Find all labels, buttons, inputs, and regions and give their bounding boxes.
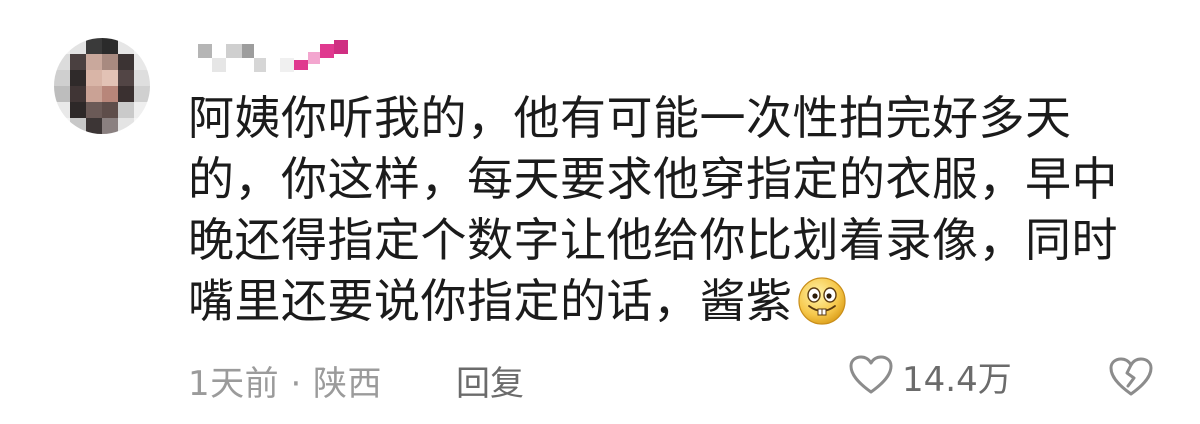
comment-text: 阿姨你听我的，他有可能一次性拍完好多天 的，你这样，每天要求他穿指定的衣服，早中… — [188, 88, 1148, 332]
comment-text-line: 阿姨你听我的，他有可能一次性拍完好多天 — [188, 91, 1072, 145]
username-obscured[interactable] — [198, 38, 348, 72]
dislike-button[interactable] — [1108, 356, 1154, 402]
heart-outline-icon — [848, 354, 894, 400]
like-count: 14.4万 — [902, 360, 1012, 400]
comment-text-line-content: 嘴里还要说你指定的话，酱紫 — [188, 274, 793, 328]
comment-text-line: 的，你这样，每天要求他穿指定的衣服，早中 — [188, 152, 1118, 206]
comment-text-line: 晚还得指定个数字让他给你比划着录像，同时 — [188, 213, 1118, 267]
comment-item: 阿姨你听我的，他有可能一次性拍完好多天 的，你这样，每天要求他穿指定的衣服，早中… — [0, 0, 1200, 424]
user-avatar[interactable] — [54, 38, 150, 134]
comment-time-location: 1天前 · 陕西 — [188, 364, 383, 404]
broken-heart-outline-icon — [1108, 357, 1154, 402]
like-button[interactable]: 14.4万 — [848, 352, 1012, 401]
reply-button[interactable]: 回复 — [456, 356, 524, 405]
grinning-buck-tooth-emoji-icon — [797, 276, 847, 326]
comment-text-line: 嘴里还要说你指定的话，酱紫 — [188, 271, 1148, 332]
